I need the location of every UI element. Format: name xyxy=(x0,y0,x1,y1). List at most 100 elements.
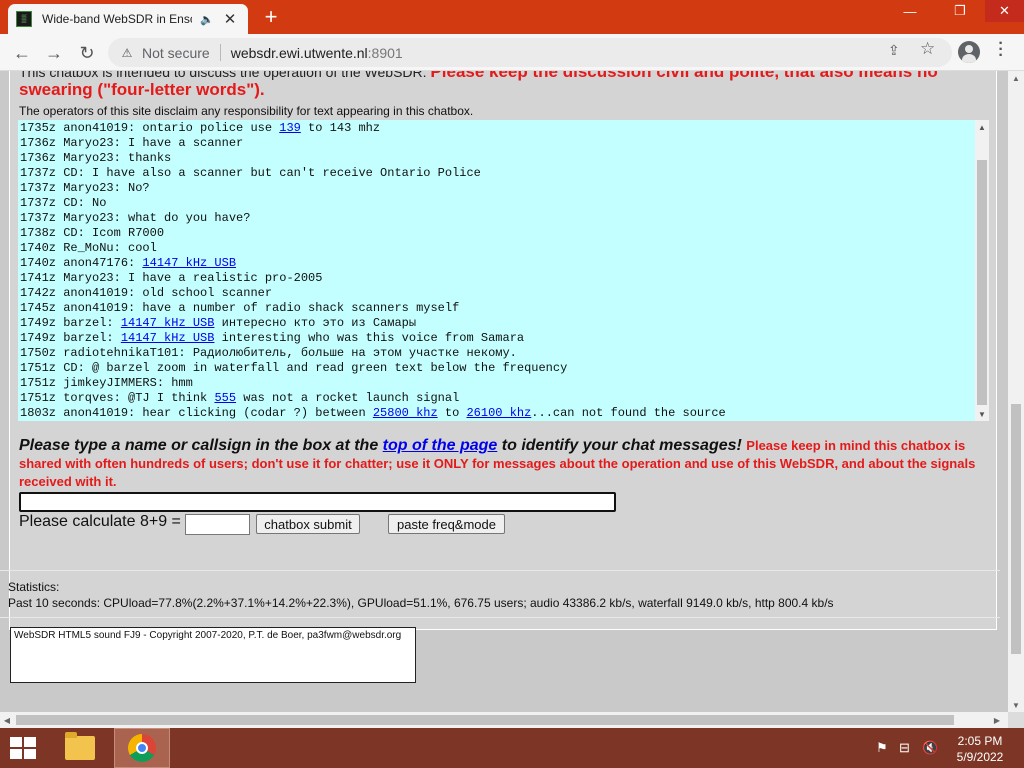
clock-date: 5/9/2022 xyxy=(956,750,1004,764)
chat-message-text: 1749z barzel: xyxy=(20,316,121,330)
section-divider xyxy=(0,570,1000,571)
disclaimer-text: The operators of this site disclaim any … xyxy=(19,104,474,118)
chat-message: 1735z anon41019: ontario police use 139 … xyxy=(20,121,975,136)
maximize-icon[interactable]: ❐ xyxy=(940,0,980,22)
swearing-warning: swearing ("four-letter words"). xyxy=(19,80,265,99)
page-horizontal-scrollbar[interactable]: ◀ ▶ xyxy=(0,712,1008,728)
chat-frequency-link[interactable]: 14147 kHz USB xyxy=(121,331,215,345)
close-window-icon[interactable]: ✕ xyxy=(985,0,1024,22)
file-explorer-icon[interactable] xyxy=(52,728,108,768)
chat-message: 1737z Maryo23: what do you have? xyxy=(20,211,975,226)
address-bar[interactable]: ⚠ Not secure websdr.ewi.utwente.nl:8901 xyxy=(108,38,952,67)
chat-message: 1749z barzel: 14147 kHz USB interesting … xyxy=(20,331,975,346)
page-scroll-up-icon[interactable]: ▲ xyxy=(1008,71,1024,85)
chat-message-input[interactable] xyxy=(19,492,616,512)
chat-message-text: 1742z anon41019: old school scanner xyxy=(20,286,273,300)
more-menu-icon[interactable]: · · · xyxy=(996,36,1006,64)
chat-log[interactable]: 1735z anon41019: ontario police use 139 … xyxy=(18,120,989,421)
volume-muted-icon[interactable]: 🔇 xyxy=(922,740,938,756)
chat-message-text: 1740z anon47176: xyxy=(20,256,143,270)
chat-message-text: 1803z anon41019: hear clicking (codar ?)… xyxy=(20,406,373,420)
page-horizontal-thumb[interactable] xyxy=(16,715,954,725)
windows-taskbar: ⚑ ⊟ 🔇 2:05 PM 5/9/2022 xyxy=(0,728,1024,768)
chat-message: 1751z jimkeyJIMMERS: hmm xyxy=(20,376,975,391)
chat-frequency-link[interactable]: 139 xyxy=(279,121,301,135)
chat-message: 1749z barzel: 14147 kHz USB интересно кт… xyxy=(20,316,975,331)
chat-message-text: 1736z Maryo23: thanks xyxy=(20,151,172,165)
chat-message-text: 1751z jimkeyJIMMERS: hmm xyxy=(20,376,193,390)
chat-lines: 1735z anon41019: ontario police use 139 … xyxy=(20,121,975,421)
tab-title: Wide-band WebSDR in Enschede xyxy=(42,12,192,26)
url-port[interactable]: :8901 xyxy=(368,45,403,61)
profile-avatar-icon[interactable] xyxy=(958,41,980,63)
close-tab-icon[interactable]: ✕ xyxy=(224,10,237,28)
chat-message-text: 1735z anon41019: ontario police use xyxy=(20,121,280,135)
reload-icon[interactable]: ↻ xyxy=(74,40,100,66)
chat-message: 1738z CD: Icom R7000 xyxy=(20,226,975,241)
chat-scrollbar[interactable]: ▲ ▼ xyxy=(975,120,989,421)
omnibox-separator xyxy=(219,44,221,61)
page-scroll-left-icon[interactable]: ◀ xyxy=(0,712,14,728)
chat-frequency-link[interactable]: 555 xyxy=(214,391,236,405)
chat-message-text: interesting who was this voice from Sama… xyxy=(214,331,525,345)
chat-message: 1737z Maryo23: No? xyxy=(20,181,975,196)
chrome-taskbar-icon[interactable] xyxy=(114,728,170,768)
chat-message-text: 1741z Maryo23: I have a realistic pro-20… xyxy=(20,271,323,285)
scroll-up-arrow-icon[interactable]: ▲ xyxy=(975,120,989,134)
chat-message: 1740z anon47176: 14147 kHz USB xyxy=(20,256,975,271)
chat-scroll-thumb[interactable] xyxy=(977,160,987,405)
chatbox-submit-button[interactable]: chatbox submit xyxy=(256,514,360,534)
chat-intro-text: This chatbox is intended to discuss the … xyxy=(19,71,431,80)
warning-triangle-icon[interactable]: ⚠ xyxy=(120,46,134,60)
new-tab-button[interactable]: + xyxy=(258,4,284,30)
action-center-flag-icon[interactable]: ⚑ xyxy=(876,740,888,756)
windows-start-icon[interactable] xyxy=(10,737,36,759)
forward-arrow-icon[interactable]: → xyxy=(41,40,67,66)
page-vertical-thumb[interactable] xyxy=(1011,404,1021,654)
taskbar-clock[interactable]: 2:05 PM 5/9/2022 xyxy=(952,733,1008,765)
statistics-heading: Statistics: xyxy=(8,580,60,594)
chat-message-text: 1736z Maryo23: I have a scanner xyxy=(20,136,244,150)
chat-panel: This chatbox is intended to discuss the … xyxy=(9,71,997,630)
chat-message-text: 1737z CD: No xyxy=(20,196,107,210)
statistics: Statistics: Past 10 seconds: CPUload=77.… xyxy=(8,579,834,611)
clock-time: 2:05 PM xyxy=(957,734,1003,748)
chat-message: 1751z CD: @ barzel zoom in waterfall and… xyxy=(20,361,975,376)
back-arrow-icon[interactable]: ← xyxy=(9,40,35,66)
chat-message-text: to 143 mhz xyxy=(300,121,381,135)
top-of-page-link[interactable]: top of the page xyxy=(383,437,498,454)
minimize-icon[interactable]: — xyxy=(890,0,930,22)
captcha-label: Please calculate 8+9 = xyxy=(19,513,181,530)
speaker-icon[interactable]: 🔈 xyxy=(200,13,214,26)
network-icon[interactable]: ⊟ xyxy=(899,740,910,756)
page-scroll-down-icon[interactable]: ▼ xyxy=(1008,698,1024,712)
prompt-text-end: to identify your chat messages! xyxy=(497,437,747,454)
chat-message: 1736z Maryo23: I have a scanner xyxy=(20,136,975,151)
bookmark-star-icon[interactable]: ☆ xyxy=(920,39,935,59)
scrollbar-corner xyxy=(1008,712,1024,728)
not-secure-label[interactable]: Not secure xyxy=(142,45,210,61)
chat-message-text: интересно кто это из Самары xyxy=(214,316,417,330)
chat-frequency-link[interactable]: 26100 khz xyxy=(466,406,531,420)
share-icon[interactable]: ⇪ xyxy=(888,42,900,59)
url-host[interactable]: websdr.ewi.utwente.nl xyxy=(231,45,368,61)
page-scroll-right-icon[interactable]: ▶ xyxy=(990,712,1004,728)
chat-frequency-link[interactable]: 14147 kHz USB xyxy=(121,316,215,330)
chat-message-text: 1737z CD: I have also a scanner but can'… xyxy=(20,166,481,180)
page-vertical-scrollbar[interactable]: ▲ ▼ xyxy=(1008,71,1024,712)
websdr-favicon-icon: ▒ xyxy=(16,11,32,27)
browser-tab[interactable]: ▒ Wide-band WebSDR in Enschede 🔈 ✕ xyxy=(8,4,248,34)
scroll-down-arrow-icon[interactable]: ▼ xyxy=(975,407,989,421)
captcha-input[interactable] xyxy=(185,514,250,535)
chat-frequency-link[interactable]: 25800 khz xyxy=(373,406,438,420)
section-divider xyxy=(0,617,1000,618)
chat-frequency-link[interactable]: 14147 kHz USB xyxy=(142,256,236,270)
chat-prompt: Please type a name or callsign in the bo… xyxy=(19,437,984,491)
chat-message: 1741z Maryo23: I have a realistic pro-20… xyxy=(20,271,975,286)
paste-freq-mode-button[interactable]: paste freq&mode xyxy=(388,514,505,534)
chat-message-text: 1737z Maryo23: No? xyxy=(20,181,150,195)
chat-message-text: 1749z barzel: xyxy=(20,331,121,345)
chat-message-text: 1745z anon41019: have a number of radio … xyxy=(20,301,460,315)
chat-message: 1745z anon41019: have a number of radio … xyxy=(20,301,975,316)
statistics-line: Past 10 seconds: CPUload=77.8%(2.2%+37.1… xyxy=(8,596,834,610)
